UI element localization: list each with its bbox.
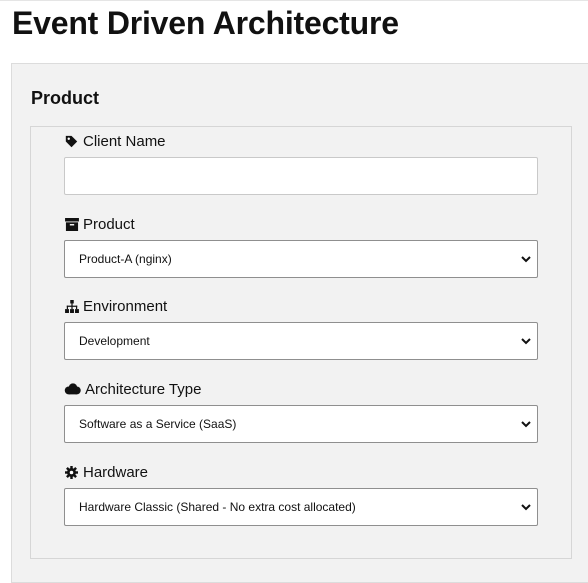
client-name-label: Client Name: [83, 132, 166, 150]
architecture-type-selected-value: Software as a Service (SaaS): [79, 417, 237, 431]
hardware-label-row: Hardware: [64, 462, 538, 482]
product-label-row: Product: [64, 214, 538, 234]
product-panel: Product Client Name Product Product-A (n…: [11, 63, 588, 583]
architecture-type-field: Architecture Type Software as a Service …: [64, 379, 538, 443]
product-field: Product Product-A (nginx): [64, 214, 538, 278]
hardware-select[interactable]: Hardware Classic (Shared - No extra cost…: [64, 488, 538, 526]
chevron-down-icon: [521, 421, 531, 428]
gear-icon: [64, 465, 79, 480]
environment-label: Environment: [83, 297, 168, 315]
product-fieldset: Client Name Product Product-A (nginx) En…: [30, 126, 572, 559]
environment-select[interactable]: Development: [64, 322, 538, 360]
environment-label-row: Environment: [64, 296, 538, 316]
archive-box-icon: [64, 217, 79, 232]
client-name-label-row: Client Name: [64, 131, 538, 151]
tag-icon: [64, 134, 79, 149]
product-selected-value: Product-A (nginx): [79, 252, 172, 266]
client-name-field: Client Name: [64, 131, 538, 195]
environment-selected-value: Development: [79, 334, 150, 348]
product-label: Product: [83, 215, 135, 233]
chevron-down-icon: [521, 504, 531, 511]
hardware-field: Hardware Hardware Classic (Shared - No e…: [64, 462, 538, 526]
client-name-input[interactable]: [64, 157, 538, 195]
hardware-selected-value: Hardware Classic (Shared - No extra cost…: [79, 500, 356, 514]
page-title: Event Driven Architecture: [12, 5, 399, 41]
chevron-down-icon: [521, 256, 531, 263]
top-divider: [0, 0, 588, 1]
environment-field: Environment Development: [64, 296, 538, 360]
chevron-down-icon: [521, 338, 531, 345]
sitemap-icon: [64, 299, 79, 314]
architecture-type-select[interactable]: Software as a Service (SaaS): [64, 405, 538, 443]
architecture-type-label-row: Architecture Type: [64, 379, 538, 399]
panel-title: Product: [31, 88, 100, 108]
hardware-label: Hardware: [83, 463, 149, 481]
product-select[interactable]: Product-A (nginx): [64, 240, 538, 278]
cloud-icon: [64, 382, 81, 397]
architecture-type-label: Architecture Type: [85, 380, 202, 398]
